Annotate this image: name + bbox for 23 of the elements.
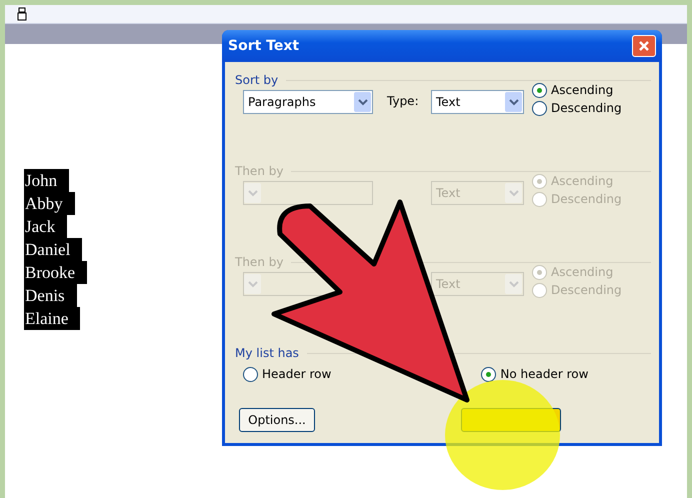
dialog-title: Sort Text xyxy=(228,38,300,54)
type-dropdown[interactable]: Text xyxy=(431,90,524,114)
type-label: Type: xyxy=(387,94,420,108)
group-label: Then by xyxy=(235,255,284,269)
highlighted-text: Brooke xyxy=(24,261,88,284)
highlighted-text: Jack xyxy=(24,215,68,238)
highlighted-text: Elaine xyxy=(24,307,80,330)
highlighted-text: Abby xyxy=(24,192,75,215)
group-label: My list has xyxy=(235,346,299,360)
radio-option[interactable]: Descending xyxy=(532,100,622,116)
close-button[interactable] xyxy=(632,35,656,57)
close-icon xyxy=(638,40,650,52)
highlighted-text: John xyxy=(24,169,70,192)
options-button[interactable]: Options... xyxy=(239,408,315,432)
radio-option[interactable]: Ascending xyxy=(532,82,622,98)
sort-key-dropdown[interactable]: Paragraphs xyxy=(243,90,373,114)
radio-option[interactable]: Header row xyxy=(243,366,332,382)
group-label: Then by xyxy=(235,164,284,178)
tab-stop-icon[interactable] xyxy=(17,7,27,21)
radio-option[interactable]: No header row xyxy=(481,366,588,382)
highlighted-text: Daniel xyxy=(24,238,82,261)
highlighted-text: Denis xyxy=(24,284,77,307)
group-label: Sort by xyxy=(235,73,278,87)
